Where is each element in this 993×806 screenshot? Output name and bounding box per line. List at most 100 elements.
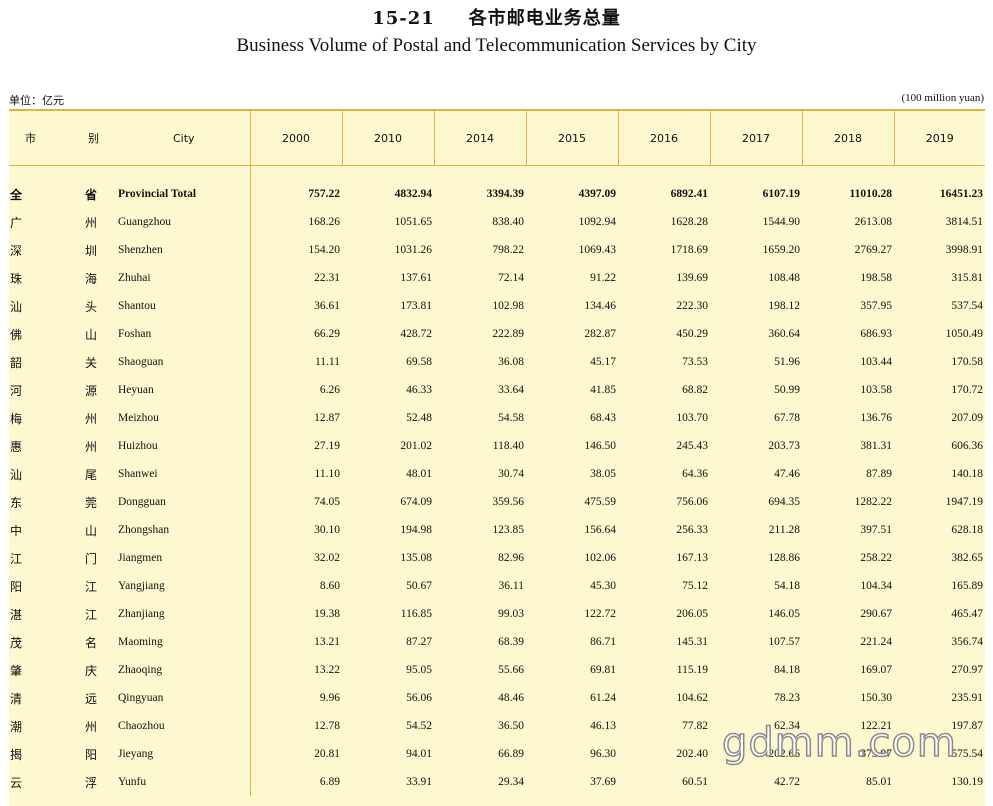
city-name-chinese-2: 浮: [84, 775, 97, 790]
value-cell: 168.26: [308, 216, 340, 228]
value-cell: 56.06: [406, 692, 432, 704]
city-name-chinese-1: 云: [10, 775, 23, 790]
value-cell: 146.50: [584, 440, 616, 452]
table-row: 珠 海 Zhuhai 22.31 137.61 72.14 91.22 139.69 108.4…: [9, 264, 985, 292]
header-row: 市 别 City 2000 2010 2014 2015 2016 2017 2…: [9, 111, 985, 166]
value-cell: 150.30: [860, 692, 892, 704]
city-name-chinese-1: 中: [10, 523, 23, 538]
value-cell: 30.74: [498, 468, 524, 480]
value-cell: 91.22: [590, 272, 616, 284]
value-cell: 27.19: [314, 440, 340, 452]
table-row: 韶 关 Shaoguan 11.11 69.58 36.08 45.17 73.53 51.96…: [9, 348, 985, 376]
value-cell: 46.33: [406, 384, 432, 396]
header-city: City: [107, 111, 251, 166]
value-cell: 73.53: [682, 356, 708, 368]
value-cell: 78.23: [774, 692, 800, 704]
value-cell: 1282.22: [854, 496, 892, 508]
value-cell: 258.22: [860, 552, 892, 564]
value-cell: 206.05: [676, 608, 708, 620]
value-cell: 19.38: [314, 608, 340, 620]
table-row: 中 山 Zhongshan 30.10 194.98 123.85 156.64 256.33…: [9, 516, 985, 544]
value-cell: 6892.41: [670, 188, 708, 200]
value-cell: 36.50: [498, 720, 524, 732]
city-name-english: Meizhou: [107, 404, 251, 432]
table-row: 江 门 Jiangmen 32.02 135.08 82.96 102.06 167.13 12…: [9, 544, 985, 572]
value-cell: 13.22: [314, 664, 340, 676]
table-row: 阳 江 Yangjiang 8.60 50.67 36.11 45.30 75.12 54.18…: [9, 572, 985, 600]
value-cell: 77.82: [682, 720, 708, 732]
value-cell: 20.81: [314, 748, 340, 760]
value-cell: 116.85: [400, 608, 432, 620]
value-cell: 381.31: [860, 440, 892, 452]
table-row: 佛 山 Foshan 66.29 428.72 222.89 282.87 450.29 360…: [9, 320, 985, 348]
value-cell: 428.72: [400, 328, 432, 340]
table-row: 清 远 Qingyuan 9.96 56.06 48.46 61.24 104.62 78.23…: [9, 684, 985, 712]
header-year: 2000: [249, 111, 342, 166]
value-cell: 245.43: [676, 440, 708, 452]
value-cell: 686.93: [860, 328, 892, 340]
city-name-english: Guangzhou: [107, 208, 251, 236]
value-cell: 94.01: [406, 748, 432, 760]
table-row: 潮 州 Chaozhou 12.78 54.52 36.50 46.13 77.82 62.34…: [9, 712, 985, 740]
city-name-english: Provincial Total: [107, 180, 251, 208]
value-cell: 107.57: [768, 636, 800, 648]
value-cell: 1092.94: [578, 216, 616, 228]
value-cell: 135.08: [400, 552, 432, 564]
value-cell: 103.58: [860, 384, 892, 396]
value-cell: 99.03: [498, 608, 524, 620]
city-name-chinese-2: 江: [84, 607, 97, 622]
table-row: 汕 尾 Shanwei 11.10 48.01 30.74 38.05 64.36 47.46 8…: [9, 460, 985, 488]
value-cell: 838.40: [492, 216, 524, 228]
value-cell: 170.58: [951, 356, 983, 368]
value-cell: 4832.94: [394, 188, 432, 200]
city-name-chinese-1: 揭: [10, 747, 23, 762]
city-name-chinese-2: 头: [84, 299, 97, 314]
value-cell: 6107.19: [762, 188, 800, 200]
city-name-chinese-1: 江: [10, 551, 23, 566]
header-year: 2018: [801, 111, 894, 166]
table-title-english: Business Volume of Postal and Telecommun…: [236, 35, 757, 56]
value-cell: 75.12: [682, 580, 708, 592]
value-cell: 8.60: [319, 580, 340, 592]
value-cell: 203.73: [768, 440, 800, 452]
value-cell: 165.89: [951, 580, 983, 592]
data-table-container: 市 别 City 2000 2010 2014 2015 2016 2017 2…: [9, 109, 985, 806]
value-cell: 1050.49: [945, 328, 983, 340]
value-cell: 33.91: [406, 776, 432, 788]
city-name-english: Jiangmen: [107, 544, 251, 572]
value-cell: 756.06: [676, 496, 708, 508]
value-cell: 61.24: [590, 692, 616, 704]
table-row: 深 圳 Shenzhen 154.20 1031.26 798.22 1069.43 1718…: [9, 236, 985, 264]
city-name-chinese-2: 州: [84, 719, 97, 734]
value-cell: 628.18: [951, 524, 983, 536]
city-name-english: Chaozhou: [107, 712, 251, 740]
value-cell: 87.27: [406, 636, 432, 648]
city-name-english: Qingyuan: [107, 684, 251, 712]
value-cell: 202.66: [768, 748, 800, 760]
value-cell: 122.72: [584, 608, 616, 620]
city-name-chinese-1: 汕: [10, 467, 23, 482]
value-cell: 2769.27: [854, 244, 892, 256]
city-name-english: Zhanjiang: [107, 600, 251, 628]
header-year: 2010: [341, 111, 434, 166]
city-name-chinese-2: 莞: [84, 495, 97, 510]
value-cell: 140.18: [951, 468, 983, 480]
city-name-english: Maoming: [107, 628, 251, 656]
city-name-chinese-1: 深: [10, 243, 23, 258]
value-cell: 84.18: [774, 664, 800, 676]
value-cell: 104.62: [676, 692, 708, 704]
city-name-chinese-1: 梅: [10, 411, 23, 426]
city-name-chinese-2: 关: [84, 355, 97, 370]
table-row: 湛 江 Zhanjiang 19.38 116.85 99.03 122.72 206.05 1…: [9, 600, 985, 628]
value-cell: 575.54: [951, 748, 983, 760]
table-number: 15-21: [372, 8, 435, 29]
value-cell: 37.69: [590, 776, 616, 788]
city-name-english: Huizhou: [107, 432, 251, 460]
value-cell: 757.22: [308, 188, 340, 200]
city-name-english: Zhaoqing: [107, 656, 251, 684]
city-name-chinese-1: 湛: [10, 607, 23, 622]
value-cell: 270.97: [951, 664, 983, 676]
value-cell: 48.46: [498, 692, 524, 704]
value-cell: 51.96: [774, 356, 800, 368]
header-year: 2014: [433, 111, 526, 166]
